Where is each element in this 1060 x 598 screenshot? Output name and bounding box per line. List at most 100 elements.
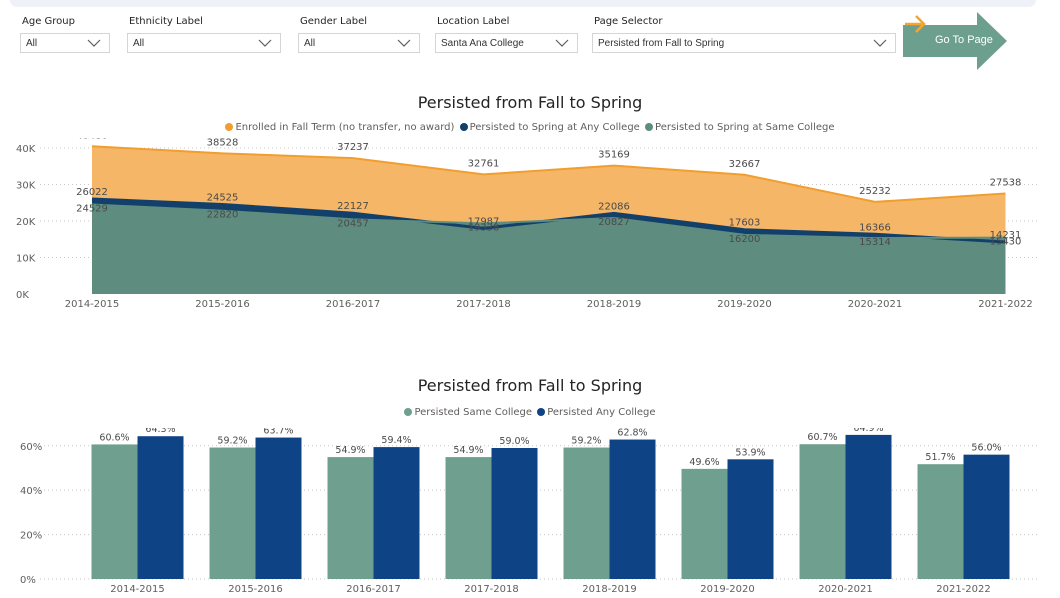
x-tick-label: 2019-2020 xyxy=(717,299,772,310)
legend-label: Persisted Same College xyxy=(414,407,533,418)
y-tick-label: 10K xyxy=(16,254,36,265)
slicer-label: Gender Label xyxy=(300,16,368,27)
x-tick-label: 2016-2017 xyxy=(326,299,381,310)
data-label: 59.4% xyxy=(381,435,411,446)
slicer-page-selector: Page Selector Persisted from Fall to Spr… xyxy=(592,15,896,53)
legend-label: Persisted to Spring at Any College xyxy=(469,122,640,133)
ethnicity-dropdown[interactable]: All xyxy=(127,33,281,53)
legend-item-enrolled[interactable]: Enrolled in Fall Term (no transfer, no a… xyxy=(225,122,454,133)
data-label: 27538 xyxy=(990,177,1022,188)
x-tick-label: 2021-2022 xyxy=(936,584,991,595)
legend-label: Enrolled in Fall Term (no transfer, no a… xyxy=(235,122,455,133)
data-label: 25232 xyxy=(859,186,891,197)
bar-any-college xyxy=(255,437,302,579)
y-tick-label: 20K xyxy=(16,217,36,228)
dropdown-value: All xyxy=(133,38,145,49)
x-tick-label: 2018-2019 xyxy=(582,584,637,595)
chevron-down-icon xyxy=(258,39,272,47)
chevron-down-icon xyxy=(555,39,569,47)
bar-same-college xyxy=(209,447,256,579)
legend-swatch xyxy=(459,123,468,131)
go-to-page-label: Go To Page xyxy=(935,34,993,46)
age-group-dropdown[interactable]: All xyxy=(20,33,110,53)
data-label: 24525 xyxy=(207,192,239,203)
page-selector-dropdown[interactable]: Persisted from Fall to Spring xyxy=(592,33,896,53)
x-tick-label: 2021-2022 xyxy=(978,299,1033,310)
data-label: 22820 xyxy=(207,210,239,221)
location-dropdown[interactable]: Santa Ana College xyxy=(435,33,578,53)
data-label: 15430 xyxy=(990,237,1022,248)
x-tick-label: 2016-2017 xyxy=(346,584,401,595)
y-tick-label: 40K xyxy=(16,144,36,155)
data-label: 59.2% xyxy=(217,436,247,447)
bar-any-college xyxy=(727,459,774,579)
legend-item-same-college[interactable]: Persisted to Spring at Same College xyxy=(645,122,835,133)
bar-any-college xyxy=(137,436,184,579)
data-label: 32667 xyxy=(729,159,761,170)
gender-dropdown[interactable]: All xyxy=(298,33,420,53)
bar-any-college xyxy=(609,439,656,579)
slicer-label: Ethnicity Label xyxy=(129,16,203,27)
x-tick-label: 2017-2018 xyxy=(456,299,511,310)
data-label: 26022 xyxy=(76,187,108,198)
data-label: 16366 xyxy=(859,222,891,233)
area-chart-title: Persisted from Fall to Spring xyxy=(417,93,643,112)
data-label: 64.3% xyxy=(145,428,175,435)
bar-chart-legend: Persisted Same College Persisted Any Col… xyxy=(0,407,1060,418)
chevron-down-icon xyxy=(873,39,887,47)
top-banner xyxy=(10,0,1036,7)
y-tick-label: 60% xyxy=(20,442,42,453)
slicer-location: Location Label Santa Ana College xyxy=(435,15,578,53)
data-label: 56.0% xyxy=(971,443,1001,454)
x-tick-label: 2020-2021 xyxy=(818,584,873,595)
x-tick-label: 2017-2018 xyxy=(464,584,519,595)
legend-swatch xyxy=(645,123,654,131)
data-label: 22127 xyxy=(337,201,369,212)
legend-label: Persisted to Spring at Same College xyxy=(655,122,835,133)
legend-item-same-college[interactable]: Persisted Same College xyxy=(404,407,532,418)
y-tick-label: 0K xyxy=(16,290,29,301)
data-label: 63.7% xyxy=(263,428,293,437)
data-label: 22086 xyxy=(598,201,630,212)
slicer-age-group: Age Group All xyxy=(20,15,110,53)
x-tick-label: 2015-2016 xyxy=(195,299,250,310)
data-label: 32761 xyxy=(468,158,500,169)
bar-same-college xyxy=(327,457,374,579)
data-label: 60.6% xyxy=(99,432,129,443)
data-label: 20457 xyxy=(337,218,369,229)
area-chart-legend: Enrolled in Fall Term (no transfer, no a… xyxy=(0,122,1060,133)
data-label: 24529 xyxy=(76,203,108,214)
data-label: 38528 xyxy=(207,138,239,148)
data-label: 35169 xyxy=(598,150,630,161)
arrow-right-icon xyxy=(905,15,926,33)
bar-any-college xyxy=(373,447,420,579)
data-label: 53.9% xyxy=(735,447,765,458)
y-tick-label: 40% xyxy=(20,486,42,497)
go-to-page-button[interactable]: Go To Page xyxy=(903,12,1007,70)
area-chart: 0K 10K 20K 30K 40K 40480 38528 37237 32761 35169 3… xyxy=(16,138,1040,310)
x-tick-label: 2018-2019 xyxy=(587,299,642,310)
data-label: 51.7% xyxy=(925,452,955,463)
chevron-down-icon xyxy=(87,39,101,47)
dropdown-value: All xyxy=(304,38,316,49)
legend-item-any-college[interactable]: Persisted Any College xyxy=(537,407,656,418)
y-tick-label: 30K xyxy=(16,181,36,192)
bar-same-college xyxy=(91,444,138,579)
y-tick-label: 0% xyxy=(20,575,36,586)
slicer-gender: Gender Label All xyxy=(298,15,420,53)
legend-item-any-college[interactable]: Persisted to Spring at Any College xyxy=(459,122,640,133)
dropdown-value: Santa Ana College xyxy=(441,38,524,49)
data-label: 59.0% xyxy=(499,436,529,447)
data-label: 62.8% xyxy=(617,428,647,439)
x-tick-label: 2019-2020 xyxy=(700,584,755,595)
legend-swatch xyxy=(537,408,546,416)
data-label: 60.7% xyxy=(807,432,837,443)
dropdown-value: Persisted from Fall to Spring xyxy=(598,38,725,49)
legend-label: Persisted Any College xyxy=(547,407,656,418)
bar-any-college xyxy=(845,434,892,579)
data-label: 59.2% xyxy=(571,436,601,447)
bar-same-college xyxy=(445,457,492,579)
data-label: 64.9% xyxy=(853,428,883,434)
data-label: 20827 xyxy=(598,217,630,228)
x-tick-label: 2014-2015 xyxy=(65,299,120,310)
